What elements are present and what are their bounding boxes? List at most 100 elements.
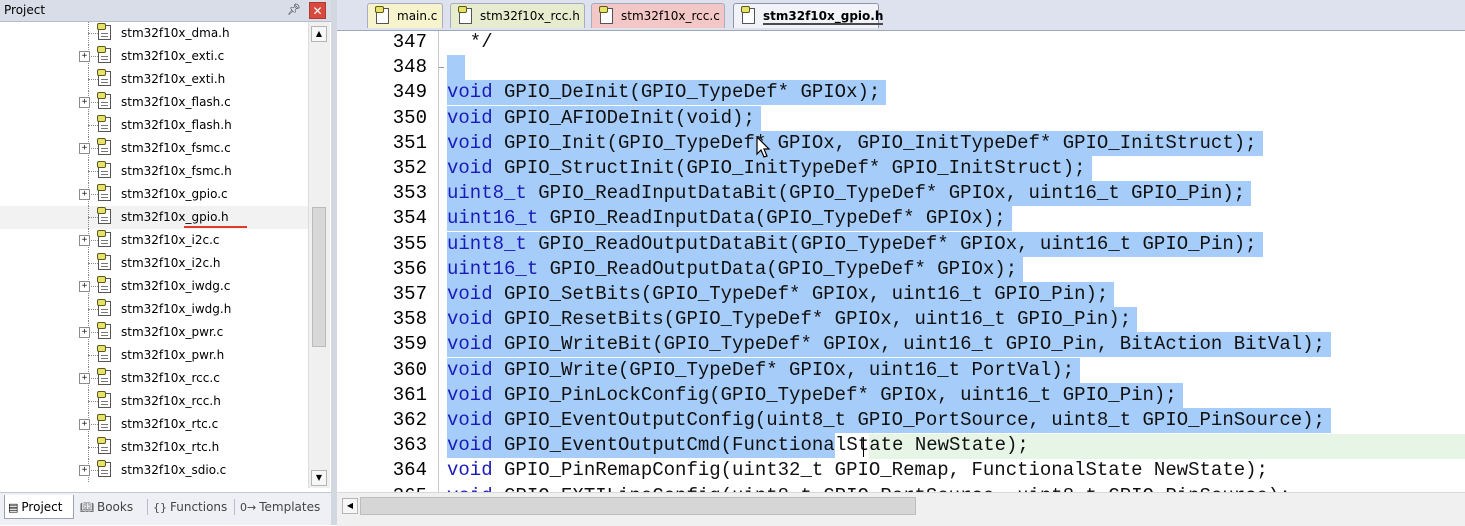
- tree-item-label: stm32f10x_pwr.c: [121, 325, 224, 339]
- code-line[interactable]: void GPIO_EventOutputConfig(uint8_t GPIO…: [337, 408, 1465, 433]
- expand-plus-icon[interactable]: +: [79, 97, 90, 108]
- code-line[interactable]: ​: [337, 55, 1465, 81]
- tree-item[interactable]: + stm32f10x_pwr.c: [0, 321, 308, 344]
- code-line[interactable]: uint16_t GPIO_ReadOutputData(GPIO_TypeDe…: [337, 256, 1465, 282]
- expand-plus-icon[interactable]: +: [79, 327, 90, 338]
- code-keyword: void: [447, 409, 493, 431]
- tree-item-label: stm32f10x_dma.h: [121, 26, 230, 40]
- code-text: void GPIO_WriteBit(GPIO_TypeDef* GPIOx, …: [447, 332, 1331, 358]
- tree-item-label: stm32f10x_i2c.c: [121, 233, 220, 247]
- code-keyword: void: [447, 131, 493, 154]
- tree-item[interactable]: stm32f10x_dma.h: [0, 22, 308, 45]
- file-tab-label: main.c: [397, 9, 438, 23]
- tree-connector-line: [88, 309, 98, 310]
- source-file-icon: [97, 368, 111, 385]
- tree-item[interactable]: + stm32f10x_rcc.c: [0, 367, 308, 390]
- code-line[interactable]: void GPIO_DeInit(GPIO_TypeDef* GPIOx);: [337, 80, 1465, 106]
- code-line[interactable]: void GPIO_ResetBits(GPIO_TypeDef* GPIOx,…: [337, 307, 1465, 333]
- code-line[interactable]: void GPIO_PinLockConfig(GPIO_TypeDef* GP…: [337, 382, 1465, 408]
- code-line[interactable]: void GPIO_Init(GPIO_TypeDef* GPIOx, GPIO…: [337, 130, 1465, 156]
- tree-item[interactable]: + stm32f10x_gpio.c: [0, 183, 308, 206]
- code-line[interactable]: */: [337, 31, 1465, 55]
- c-file-icon: [599, 6, 613, 24]
- source-file-icon: [97, 276, 111, 293]
- tree-connector-line: [88, 125, 98, 126]
- code-line[interactable]: void GPIO_EventOutputCmd(Functiona lState…: [337, 433, 1465, 459]
- code-line[interactable]: void GPIO_AFIODeInit(void);: [337, 105, 1465, 131]
- source-file-icon: [97, 161, 111, 178]
- code-keyword: void: [447, 308, 493, 331]
- tree-item-label: stm32f10x_flash.c: [121, 95, 231, 109]
- code-line[interactable]: void GPIO_SetBits(GPIO_TypeDef* GPIOx, u…: [337, 282, 1465, 307]
- tree-item[interactable]: + stm32f10x_iwdg.c: [0, 275, 308, 298]
- code-keyword: void: [447, 106, 493, 129]
- code-line[interactable]: void GPIO_StructInit(GPIO_InitTypeDef* G…: [337, 156, 1465, 181]
- file-tab-stm32f10x-rcc-c[interactable]: stm32f10x_rcc.c: [591, 3, 725, 28]
- project-panel-title: Project: [4, 3, 46, 17]
- tree-item[interactable]: stm32f10x_pwr.h: [0, 344, 308, 367]
- code-keyword: void: [447, 283, 493, 305]
- scroll-left-arrow-icon[interactable]: ◀: [342, 498, 358, 514]
- tab-templates[interactable]: 0→ Templates: [240, 495, 320, 519]
- file-tab-stm32f10x-gpio-h[interactable]: stm32f10x_gpio.h: [733, 3, 884, 28]
- expand-plus-icon[interactable]: +: [79, 465, 90, 476]
- expand-plus-icon[interactable]: +: [79, 235, 90, 246]
- code-keyword: void: [447, 383, 493, 406]
- code-line[interactable]: void GPIO_Write(GPIO_TypeDef* GPIOx, uin…: [337, 357, 1465, 383]
- project-tree: stm32f10x_dma.h + stm32f10x_exti.c stm32f10…: [0, 22, 308, 488]
- file-tab-label: stm32f10x_gpio.h: [763, 9, 884, 25]
- code-line[interactable]: uint16_t GPIO_ReadInputData(GPIO_TypeDef…: [337, 206, 1465, 232]
- code-line[interactable]: void GPIO_WriteBit(GPIO_TypeDef* GPIOx, …: [337, 332, 1465, 358]
- scroll-down-arrow-icon[interactable]: ▼: [311, 470, 327, 486]
- tree-connector-line: [88, 33, 98, 34]
- project-panel-header: Project 📌︎ ✕: [0, 0, 331, 22]
- code-text: void GPIO_DeInit(GPIO_TypeDef* GPIOx);: [447, 80, 887, 106]
- editor-scroll-thumb[interactable]: [360, 497, 916, 515]
- pin-icon[interactable]: 📌︎: [286, 2, 302, 18]
- code-keyword: void: [447, 333, 493, 356]
- tree-item[interactable]: stm32f10x_exti.h: [0, 68, 308, 91]
- tree-vertical-scrollbar[interactable]: ▲ ▼: [308, 22, 330, 488]
- code-line[interactable]: uint8_t GPIO_ReadInputDataBit(GPIO_TypeD…: [337, 181, 1465, 207]
- tree-item[interactable]: + stm32f10x_flash.c: [0, 91, 308, 114]
- tab-project[interactable]: ▤ Project: [4, 495, 74, 519]
- tree-item[interactable]: + stm32f10x_rtc.c: [0, 413, 308, 436]
- source-file-icon: [97, 92, 111, 109]
- file-tab-stm32f10x-rcc-h[interactable]: stm32f10x_rcc.h: [450, 3, 585, 28]
- tree-item[interactable]: + stm32f10x_fsmc.c: [0, 137, 308, 160]
- expand-plus-icon[interactable]: +: [79, 51, 90, 62]
- tree-item[interactable]: + stm32f10x_sdio.c: [0, 459, 308, 482]
- scroll-up-arrow-icon[interactable]: ▲: [311, 26, 327, 42]
- tree-item[interactable]: + stm32f10x_i2c.c: [0, 229, 308, 252]
- tree-item[interactable]: stm32f10x_gpio.h: [0, 206, 308, 229]
- tree-scroll-thumb[interactable]: [312, 207, 326, 347]
- code-text: uint8_t GPIO_ReadInputDataBit(GPIO_TypeD…: [447, 181, 1252, 207]
- expand-plus-icon[interactable]: +: [79, 189, 90, 200]
- editor-horizontal-scrollbar[interactable]: ◀: [337, 492, 1465, 526]
- source-file-icon: [97, 414, 111, 431]
- tree-item[interactable]: stm32f10x_iwdg.h: [0, 298, 308, 321]
- code-line[interactable]: void GPIO_PinRemapConfig(uint32_t GPIO_R…: [337, 458, 1465, 483]
- tab-functions[interactable]: {} Functions: [153, 495, 227, 519]
- code-line[interactable]: void GPIO_EXTILineConfig(uint8_t GPIO_Po…: [337, 484, 1465, 492]
- tree-item[interactable]: + stm32f10x_exti.c: [0, 45, 308, 68]
- code-editor[interactable]: 347 348 349 350 351 352 353 354 355 356 357 358 359 3…: [337, 31, 1465, 492]
- tree-item-label: stm32f10x_rcc.c: [121, 371, 220, 385]
- code-line[interactable]: uint8_t GPIO_ReadOutputDataBit(GPIO_Type…: [337, 231, 1465, 257]
- expand-plus-icon[interactable]: +: [79, 419, 90, 430]
- tree-item[interactable]: stm32f10x_flash.h: [0, 114, 308, 137]
- expand-plus-icon[interactable]: +: [79, 143, 90, 154]
- file-tab-main-c[interactable]: main.c: [367, 3, 443, 28]
- expand-plus-icon[interactable]: +: [79, 373, 90, 384]
- tree-item[interactable]: stm32f10x_rcc.h: [0, 390, 308, 413]
- tree-item[interactable]: stm32f10x_i2c.h: [0, 252, 308, 275]
- close-icon[interactable]: ✕: [309, 2, 326, 19]
- source-file-icon: [97, 46, 111, 63]
- expand-plus-icon[interactable]: +: [79, 281, 90, 292]
- tree-item[interactable]: stm32f10x_rtc.h: [0, 436, 308, 459]
- code-text: ​: [447, 55, 465, 81]
- tab-books[interactable]: 📖︎ Books: [80, 495, 133, 519]
- source-file-icon: [97, 460, 111, 477]
- tree-connector-line: [88, 171, 98, 172]
- tree-item[interactable]: stm32f10x_fsmc.h: [0, 160, 308, 183]
